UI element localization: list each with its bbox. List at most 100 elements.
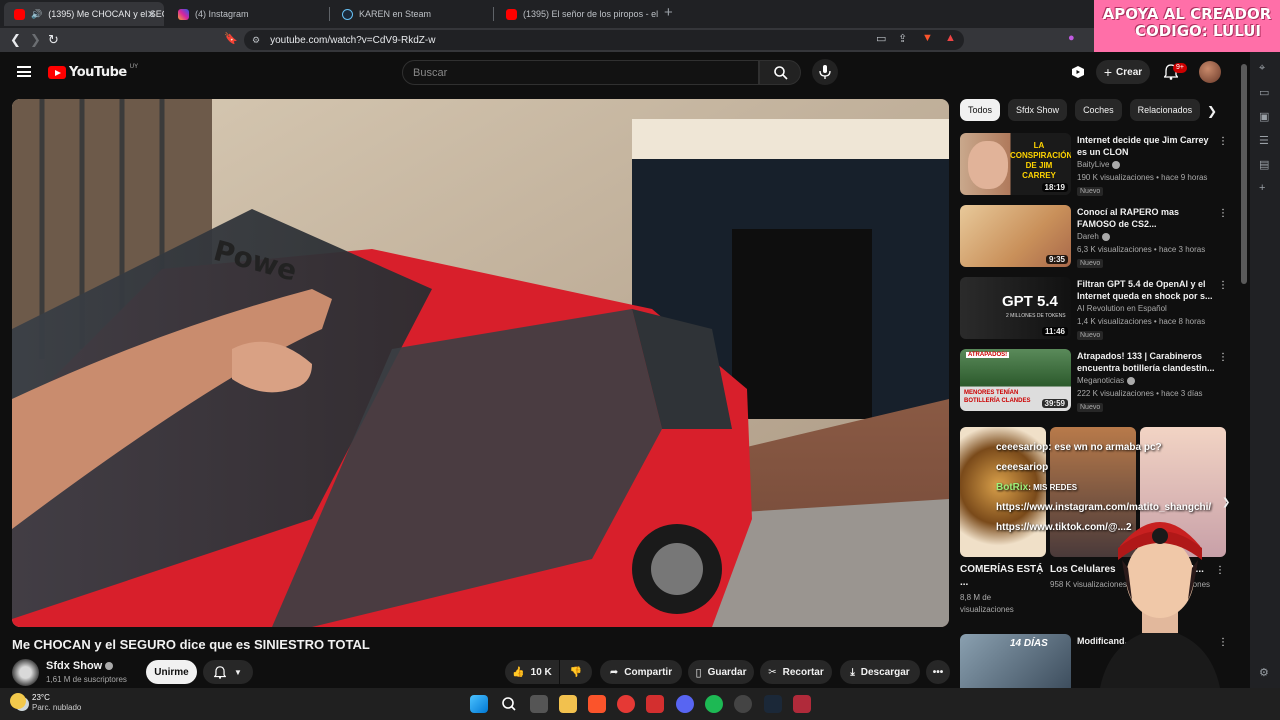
video-thumbnail[interactable]: GPT 5.4 2 MILLONES DE TOKENS 11:46 xyxy=(960,277,1071,339)
verified-badge-icon xyxy=(105,662,114,671)
app-icon[interactable] xyxy=(646,695,664,713)
recommendation-item[interactable]: GPT 5.4 2 MILLONES DE TOKENS 11:46 Filtr… xyxy=(960,277,1230,341)
create-button[interactable]: + Crear xyxy=(1096,60,1150,84)
short-views: 8,8 M de visualizaciones xyxy=(960,593,1014,614)
thumbnail-text: ATRAPADOS! xyxy=(966,352,1010,358)
settings-gear-icon[interactable]: ⚙ xyxy=(1259,666,1271,679)
brave-shield-icon[interactable]: ▼ xyxy=(922,32,933,44)
task-view-icon[interactable] xyxy=(530,695,548,713)
back-icon[interactable]: ❮ xyxy=(10,32,21,48)
channel-avatar[interactable] xyxy=(12,659,39,686)
search-button[interactable] xyxy=(759,60,801,85)
site-info-icon[interactable]: ⚙ xyxy=(252,35,260,46)
obs-icon[interactable] xyxy=(734,695,752,713)
search-icon[interactable] xyxy=(500,695,518,713)
chat-icon[interactable]: ▭ xyxy=(1259,86,1271,99)
chip-related[interactable]: Relacionados xyxy=(1129,99,1201,121)
bookmarks-icon[interactable]: ▤ xyxy=(1259,158,1271,171)
recommendation-channel[interactable]: AI Revolution en Español xyxy=(1077,304,1167,313)
more-vertical-icon[interactable]: ⋮ xyxy=(1218,280,1228,291)
file-explorer-icon[interactable] xyxy=(559,695,577,713)
forward-icon[interactable]: ❯ xyxy=(30,32,41,48)
recommendation-item[interactable]: 9:35 Conocí al RAPERO mas FAMOSO de CS2.… xyxy=(960,205,1230,269)
more-horizontal-icon: ••• xyxy=(932,666,944,678)
scissors-icon: ✂ xyxy=(768,666,777,678)
recommendation-channel[interactable]: BaityLive xyxy=(1077,160,1121,169)
shorts-logo-icon[interactable] xyxy=(1071,65,1085,79)
wallet-icon[interactable]: ▣ xyxy=(1259,110,1271,123)
pin-icon[interactable]: ⌖ xyxy=(1259,62,1271,74)
cast-icon[interactable]: ▭ xyxy=(876,32,886,45)
notification-settings-button[interactable]: ▼ xyxy=(203,660,253,684)
reload-icon[interactable]: ↻ xyxy=(48,32,59,48)
recommendation-meta: 190 K visualizaciones • hace 9 horas xyxy=(1077,173,1208,182)
recommendation-item[interactable]: LA CONSPIRACIÓN DE JIM CARREY 18:19 Inte… xyxy=(960,133,1230,197)
browser-tab[interactable]: 🔊 (1395) Me CHOCAN y el SEGURO ✕ xyxy=(4,2,164,26)
weather-widget[interactable]: 23°C Parc. nublado xyxy=(10,693,81,713)
more-vertical-icon[interactable]: ⋮ xyxy=(1035,565,1045,576)
youtube-logo[interactable]: YouTube UY xyxy=(48,64,138,80)
recommendation-channel[interactable]: Dareh xyxy=(1077,232,1110,241)
new-badge: Nuevo xyxy=(1077,187,1104,196)
chip-cars[interactable]: Coches xyxy=(1075,99,1122,121)
video-thumbnail[interactable]: 14 DÍAS xyxy=(960,634,1071,688)
extension-icon[interactable]: ● xyxy=(1068,32,1075,44)
recommendation-title[interactable]: Conocí al RAPERO mas FAMOSO de CS2... xyxy=(1077,206,1217,230)
chip-all[interactable]: Todos xyxy=(960,99,1001,121)
like-button[interactable]: 👍 10 K xyxy=(505,660,559,684)
recommendation-title[interactable]: Internet decide que Jim Carrey es un CLO… xyxy=(1077,134,1217,158)
share-button[interactable]: ➦ Compartir xyxy=(600,660,682,684)
chat-line: ceeesariop xyxy=(996,458,1211,478)
more-vertical-icon[interactable]: ⋮ xyxy=(1218,208,1228,219)
user-avatar[interactable] xyxy=(1199,61,1221,83)
video-thumbnail[interactable]: LA CONSPIRACIÓN DE JIM CARREY 18:19 xyxy=(960,133,1071,195)
dislike-button[interactable]: 👎 xyxy=(560,660,592,684)
chevron-right-icon[interactable]: ❯ xyxy=(1207,104,1217,118)
close-tab-icon[interactable]: ✕ xyxy=(147,8,156,21)
save-button[interactable]: ▯ Guardar xyxy=(688,660,754,684)
voice-search-button[interactable] xyxy=(812,59,838,85)
youtube-favicon-icon xyxy=(506,8,517,20)
discord-icon[interactable] xyxy=(676,695,694,713)
download-icon: ⤓ xyxy=(850,666,855,678)
spotify-icon[interactable] xyxy=(705,695,723,713)
video-thumbnail[interactable]: ATRAPADOS! MENORES TENÍAN BOTILLERÍA CLA… xyxy=(960,349,1071,411)
clip-button[interactable]: ✂ Recortar xyxy=(760,660,832,684)
brave-browser-icon[interactable] xyxy=(588,695,606,713)
save-label: Guardar xyxy=(707,666,747,678)
bookmark-icon[interactable]: 🔖 xyxy=(224,32,238,45)
recommendation-title[interactable]: Filtran GPT 5.4 de OpenAI y el Internet … xyxy=(1077,278,1217,302)
more-actions-button[interactable]: ••• xyxy=(926,660,950,684)
join-button[interactable]: Unirme xyxy=(146,660,197,684)
search-input[interactable]: Buscar xyxy=(402,60,759,85)
shorts-next-icon[interactable]: ❯ xyxy=(1222,497,1230,508)
browser-tab[interactable]: (4) Instagram xyxy=(168,2,330,26)
recommendation-item[interactable]: ATRAPADOS! MENORES TENÍAN BOTILLERÍA CLA… xyxy=(960,349,1230,413)
share-icon[interactable]: ⇪ xyxy=(898,32,907,45)
browser-tab[interactable]: KAREN en Steam xyxy=(332,2,494,26)
chat-line: ceeesariop: ese wn no armaba pc? xyxy=(996,438,1211,458)
reading-list-icon[interactable]: ☰ xyxy=(1259,134,1271,147)
chat-user: BotRix xyxy=(996,482,1029,493)
video-player[interactable]: Powe xyxy=(12,99,949,627)
address-bar[interactable]: ⚙ youtube.com/watch?v=CdV9-RkdZ-w xyxy=(244,30,964,50)
new-tab-button[interactable]: + xyxy=(664,4,673,21)
browser-tab[interactable]: (1395) El señor de los piropos - el ch xyxy=(496,2,658,26)
channel-name-link[interactable]: Sfdx Show xyxy=(46,660,114,672)
more-vertical-icon[interactable]: ⋮ xyxy=(1218,136,1228,147)
hamburger-menu-icon[interactable] xyxy=(17,66,31,77)
page-scrollbar[interactable] xyxy=(1241,64,1247,284)
recommendation-channel[interactable]: Meganoticias xyxy=(1077,376,1136,385)
rewards-icon[interactable]: ▲ xyxy=(945,32,956,44)
download-button[interactable]: ⤓ Descargar xyxy=(840,660,920,684)
recommendation-title[interactable]: Atrapados! 133 | Carabineros encuentra b… xyxy=(1077,350,1217,374)
chip-label: Relacionados xyxy=(1137,105,1193,115)
add-panel-icon[interactable]: + xyxy=(1259,182,1271,194)
more-vertical-icon[interactable]: ⋮ xyxy=(1218,352,1228,363)
media-player-icon[interactable] xyxy=(617,695,635,713)
video-thumbnail[interactable]: 9:35 xyxy=(960,205,1071,267)
steam-icon[interactable] xyxy=(764,695,782,713)
chip-channel[interactable]: Sfdx Show xyxy=(1008,99,1068,121)
start-menu-icon[interactable] xyxy=(470,695,488,713)
game-icon[interactable] xyxy=(793,695,811,713)
